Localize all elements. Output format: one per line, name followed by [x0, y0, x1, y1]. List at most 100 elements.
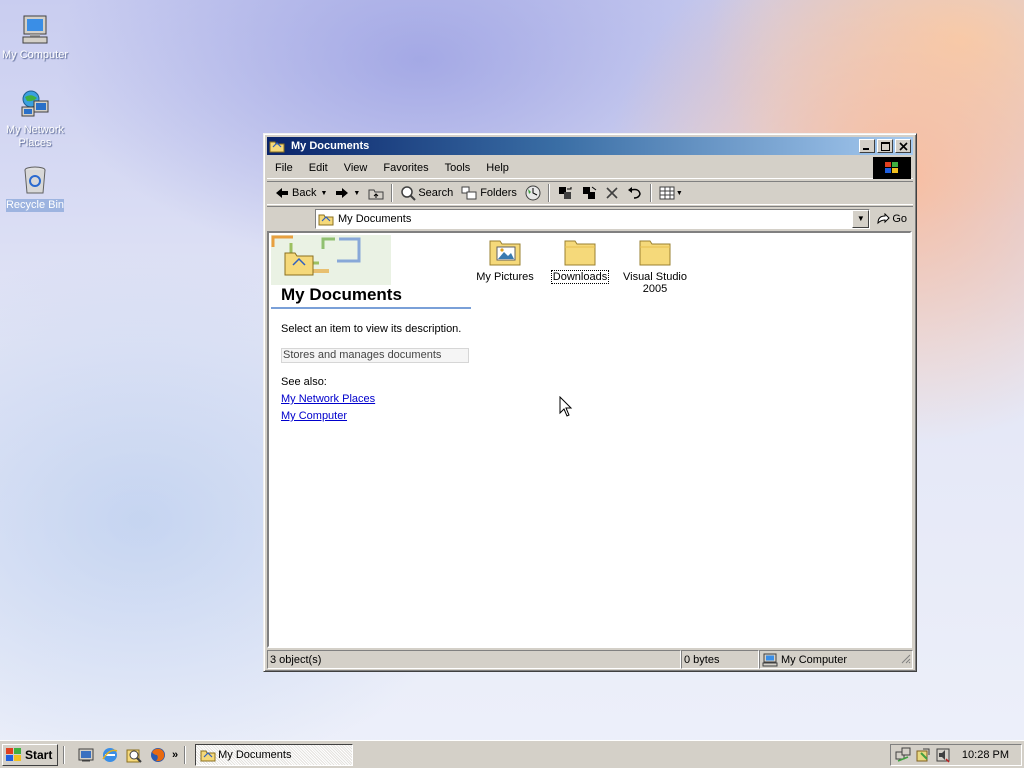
file-item-visual-studio-2005[interactable]: Visual Studio 2005 — [617, 237, 693, 295]
views-dropdown-icon[interactable]: ▼ — [676, 190, 683, 197]
windows-logo-icon — [873, 157, 911, 179]
folder-icon — [269, 139, 285, 153]
start-button[interactable]: Start — [2, 743, 58, 766]
go-button[interactable]: Go — [870, 209, 913, 229]
minimize-button[interactable] — [859, 139, 875, 153]
folders-icon — [461, 186, 477, 200]
copy-to-icon — [582, 186, 597, 199]
address-value: My Documents — [338, 212, 412, 225]
resize-grip-icon[interactable] — [899, 652, 911, 667]
menu-bar: File Edit View Favorites Tools Help — [267, 157, 913, 179]
status-zone-text: My Computer — [781, 653, 848, 666]
desktop-icon-my-computer[interactable]: My Computer — [0, 14, 70, 62]
menu-favorites[interactable]: Favorites — [375, 160, 436, 176]
menu-file[interactable]: File — [267, 160, 301, 176]
menu-edit[interactable]: Edit — [301, 160, 336, 176]
network-places-icon — [19, 89, 51, 121]
windows-logo-icon — [6, 747, 21, 761]
internet-explorer-icon[interactable] — [101, 746, 119, 764]
file-item-downloads[interactable]: Downloads — [542, 237, 618, 284]
see-also-label: See also: — [281, 376, 327, 388]
explorer-window: My Documents File Edit View Favorites To… — [263, 133, 917, 672]
menu-view[interactable]: View — [336, 160, 376, 176]
forward-button[interactable]: ▼ — [331, 182, 364, 204]
volume-icon[interactable] — [935, 747, 951, 763]
system-tray: 10:28 PM — [890, 744, 1022, 766]
toolbar-separator — [649, 184, 652, 202]
desktop-icon-label: My Network Places — [5, 124, 65, 149]
folder-icon — [563, 237, 597, 267]
standard-toolbar: Back ▼ ▼ Search Folders ▼ — [267, 181, 913, 205]
computer-icon — [762, 653, 778, 666]
back-arrow-icon — [276, 188, 288, 198]
link-my-network-places[interactable]: My Network Places — [281, 393, 375, 405]
search-icon[interactable] — [125, 746, 143, 764]
delete-button[interactable] — [601, 182, 623, 204]
go-arrow-icon — [877, 212, 891, 224]
toolbar-separator — [391, 184, 394, 202]
quick-launch-more-button[interactable]: » — [172, 749, 178, 761]
status-size-text: 0 bytes — [684, 653, 720, 666]
selection-prompt: Select an item to view its description. — [281, 323, 462, 335]
move-to-icon — [558, 187, 572, 199]
network-connection-icon[interactable] — [895, 747, 911, 763]
pictures-folder-icon — [488, 237, 522, 267]
file-item-label: My Pictures — [476, 271, 534, 283]
folder-icon — [200, 750, 216, 761]
desktop-icon-label: Recycle Bin — [5, 199, 65, 212]
taskbar-separator — [63, 745, 65, 764]
back-dropdown-icon[interactable]: ▼ — [320, 190, 327, 197]
up-folder-button[interactable] — [364, 182, 388, 204]
back-button[interactable]: Back ▼ — [271, 182, 331, 204]
go-label: Go — [892, 212, 907, 225]
address-dropdown-button[interactable]: ▼ — [852, 209, 870, 228]
file-item-label: Visual Studio 2005 — [622, 271, 687, 295]
desktop-icon-my-network-places[interactable]: My Network Places — [0, 89, 70, 150]
webview-divider — [271, 307, 471, 309]
computer-icon — [19, 14, 51, 46]
status-object-count-text: 3 object(s) — [270, 653, 322, 666]
folders-label: Folders — [480, 187, 517, 199]
show-desktop-icon[interactable] — [77, 746, 95, 764]
maximize-button[interactable] — [877, 139, 893, 153]
close-button[interactable] — [895, 139, 911, 153]
taskbar-button-label: My Documents — [218, 748, 292, 761]
address-field[interactable]: My Documents ▼ — [315, 208, 871, 229]
webview-title: My Documents — [281, 285, 402, 304]
back-label: Back — [292, 187, 317, 199]
link-my-computer[interactable]: My Computer — [281, 410, 347, 422]
status-bar: 3 object(s) 0 bytes My Computer — [267, 650, 913, 669]
search-button[interactable]: Search — [396, 182, 457, 204]
firefox-icon[interactable] — [149, 746, 167, 764]
undo-button[interactable] — [623, 182, 647, 204]
taskbar-separator — [184, 745, 187, 764]
desktop-icon-label: My Computer — [1, 49, 69, 61]
views-icon — [659, 186, 675, 200]
safely-remove-hardware-icon[interactable] — [915, 747, 931, 763]
folder-icon — [318, 214, 334, 225]
menu-tools[interactable]: Tools — [437, 160, 479, 176]
title-bar[interactable]: My Documents — [267, 137, 913, 155]
search-label: Search — [418, 187, 454, 199]
folder-description: Stores and manages documents — [281, 348, 469, 363]
file-item-label: Downloads — [550, 270, 610, 284]
window-title: My Documents — [291, 140, 370, 152]
desktop-icon-recycle-bin[interactable]: Recycle Bin — [0, 164, 70, 212]
menu-help[interactable]: Help — [478, 160, 517, 176]
address-bar: My Documents ▼ Go — [267, 206, 913, 230]
copy-to-button[interactable] — [577, 182, 601, 204]
move-to-button[interactable] — [553, 182, 577, 204]
toolbar-separator — [547, 184, 550, 202]
taskbar-button-my-documents[interactable]: My Documents — [195, 743, 354, 766]
folder-content-pane[interactable]: My Documents Select an item to view its … — [267, 231, 912, 648]
clock[interactable]: 10:28 PM — [962, 749, 1009, 761]
file-item-my-pictures[interactable]: My Pictures — [467, 237, 543, 283]
forward-arrow-icon — [336, 188, 349, 198]
status-size: 0 bytes — [681, 650, 759, 669]
forward-dropdown-icon[interactable]: ▼ — [353, 190, 360, 197]
taskbar: Start » My Documents 10:28 PM — [0, 740, 1024, 768]
views-button[interactable]: ▼ — [655, 182, 687, 204]
start-label: Start — [25, 747, 53, 762]
history-button[interactable] — [521, 182, 545, 204]
folders-button[interactable]: Folders — [457, 182, 521, 204]
